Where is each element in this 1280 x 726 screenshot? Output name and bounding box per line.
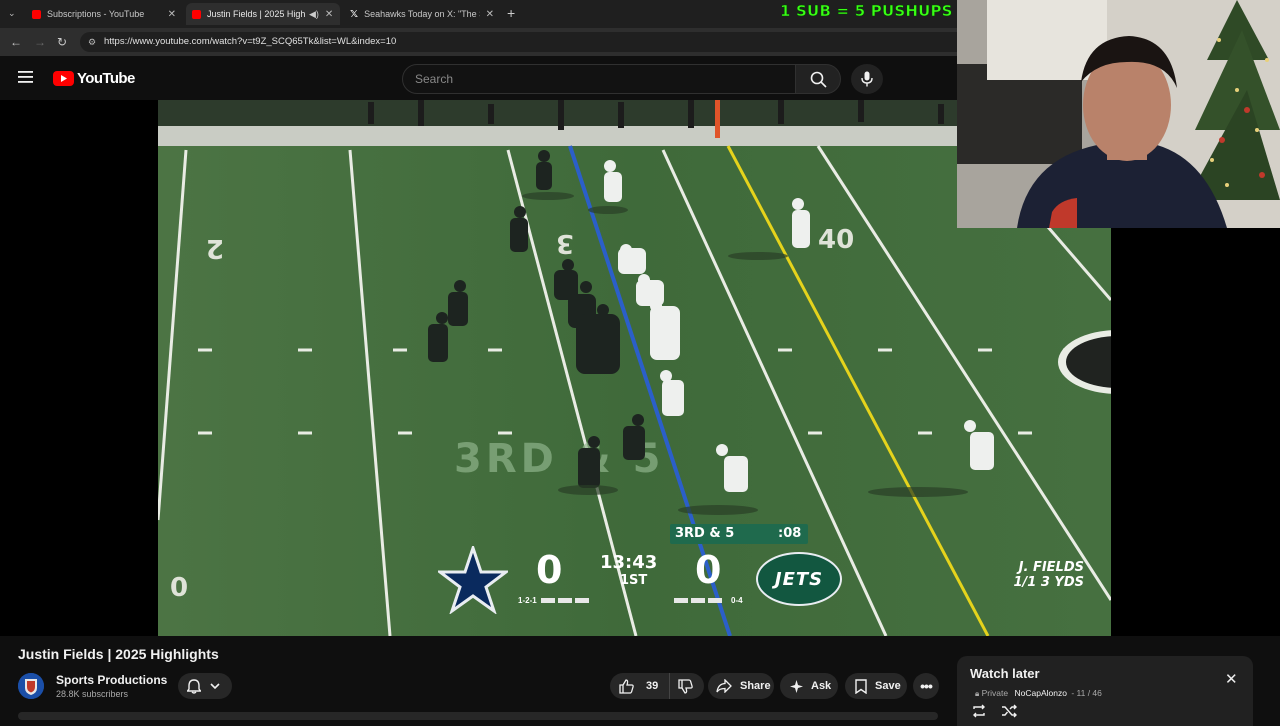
more-actions-button[interactable]: ••• [913, 673, 939, 699]
svg-text:0: 0 [170, 573, 188, 603]
home-record: 0-4 [731, 596, 743, 605]
loop-icon[interactable] [971, 704, 987, 718]
bookmark-icon [855, 678, 867, 694]
away-score: 0 [536, 548, 563, 592]
video-title: Justin Fields | 2025 Highlights [18, 646, 219, 662]
search-button[interactable] [795, 64, 841, 94]
speaker-icon[interactable]: ◀) [309, 9, 319, 20]
down-distance: 3RD & 5 [675, 526, 735, 541]
away-timeouts [541, 598, 589, 603]
like-count: 39 [646, 680, 659, 692]
tab-seahawks-x[interactable]: 𝕏 Seahawks Today on X: "The Sea ✕ [344, 3, 500, 25]
like-button[interactable]: 39 [610, 673, 670, 699]
dislike-button[interactable] [670, 673, 693, 699]
game-clock: 13:43 [600, 552, 658, 573]
shuffle-icon[interactable] [1001, 704, 1017, 718]
jets-logo-text: JETS [774, 568, 824, 590]
logo-text: YouTube [77, 70, 135, 87]
away-record: 1-2-1 [518, 596, 537, 605]
youtube-favicon-icon [192, 9, 201, 19]
ask-button[interactable]: Ask [780, 673, 838, 699]
back-icon[interactable]: ← [10, 35, 22, 49]
tab-title: Subscriptions - YouTube [47, 9, 145, 19]
youtube-play-logo-icon [53, 71, 74, 86]
player-stat: 1/1 3 YDS [1013, 575, 1084, 590]
home-score: 0 [695, 548, 722, 592]
more-horizontal-icon: ••• [920, 678, 933, 694]
playlist-privacy: Private [981, 688, 1009, 698]
subscription-bell-button[interactable] [178, 673, 232, 699]
playlist-meta: 🔒︎ Private NoCapAlonzo - 11 / 46 [975, 688, 1102, 699]
tab-justin-fields[interactable]: Justin Fields | 2025 Highlights ◀) ✕ [186, 3, 340, 25]
search-input[interactable]: Search [402, 64, 796, 94]
home-timeouts [674, 598, 722, 603]
search-icon [810, 71, 827, 88]
sparkle-icon [790, 679, 803, 693]
voice-search-button[interactable] [851, 64, 883, 94]
tab-title: Justin Fields | 2025 Highlights [207, 9, 305, 19]
save-button[interactable]: Save [845, 673, 907, 699]
thumbs-down-icon [678, 678, 693, 694]
ask-label: Ask [811, 680, 832, 692]
channel-name[interactable]: Sports Productions [56, 673, 167, 687]
webcam-image [957, 0, 1280, 228]
pushups-overlay-text: 1 SUB = 5 PUSHUPS [780, 2, 953, 21]
share-label: Share [740, 680, 771, 692]
tab-subscriptions[interactable]: Subscriptions - YouTube ✕ [26, 3, 182, 25]
tab-search-icon[interactable]: ⌄ [8, 8, 16, 19]
player-stat-overlay: J. FIELDS 1/1 3 YDS [1006, 560, 1084, 590]
jets-logo: JETS [756, 552, 842, 606]
tab-title: Seahawks Today on X: "The Sea [364, 9, 480, 19]
close-tab-icon[interactable]: ✕ [325, 9, 333, 20]
close-icon[interactable]: ✕ [1225, 670, 1238, 688]
channel-logo-icon [18, 673, 44, 699]
playlist-owner[interactable]: NoCapAlonzo [1014, 688, 1066, 698]
youtube-logo[interactable]: YouTube [53, 70, 135, 87]
description-box-edge [18, 712, 938, 720]
close-tab-icon[interactable]: ✕ [168, 9, 176, 20]
subscriber-count: 28.8K subscribers [56, 689, 129, 699]
save-label: Save [875, 680, 901, 692]
hamburger-menu-icon[interactable] [18, 71, 33, 83]
reload-icon[interactable]: ↻ [57, 35, 67, 49]
youtube-favicon-icon [32, 9, 41, 19]
search-placeholder: Search [415, 72, 454, 86]
webcam-overlay [957, 0, 1280, 228]
playlist-controls [971, 704, 1017, 718]
cowboys-star-icon [438, 546, 508, 614]
share-button[interactable]: Share [708, 673, 774, 699]
channel-avatar[interactable] [18, 673, 44, 699]
player-name: J. FIELDS [1018, 560, 1084, 575]
close-tab-icon[interactable]: ✕ [486, 9, 494, 20]
bell-icon [187, 679, 201, 694]
svg-text:2: 2 [206, 233, 224, 263]
scoreboard: 3RD & 5 :08 0 13:43 1ST 0 1-2-1 0-4 JETS [438, 524, 848, 614]
watch-later-panel: Watch later 🔒︎ Private NoCapAlonzo - 11 … [957, 656, 1253, 726]
forward-icon[interactable]: → [34, 35, 46, 49]
lock-icon: 🔒︎ [975, 689, 980, 698]
chevron-down-icon [210, 683, 220, 690]
play-clock: :08 [778, 526, 802, 541]
thumbs-up-icon [619, 678, 634, 694]
quarter: 1ST [620, 573, 648, 588]
share-icon [716, 679, 732, 693]
x-favicon-icon: 𝕏 [350, 8, 359, 20]
site-info-icon[interactable]: ⚙ [88, 32, 96, 52]
microphone-icon [861, 71, 873, 87]
new-tab-icon[interactable]: + [507, 5, 515, 21]
svg-text:40: 40 [818, 225, 854, 255]
down-distance-box: 3RD & 5 :08 [670, 524, 808, 544]
url-text: https://www.youtube.com/watch?v=t9Z_SCQ6… [104, 36, 397, 47]
playlist-position: - 11 / 46 [1071, 688, 1102, 698]
video-info-section: Justin Fields | 2025 Highlights Sports P… [0, 636, 1280, 726]
svg-text:3: 3 [556, 228, 574, 258]
watch-later-title[interactable]: Watch later [970, 666, 1040, 681]
like-dislike-group: 39 [610, 673, 704, 699]
